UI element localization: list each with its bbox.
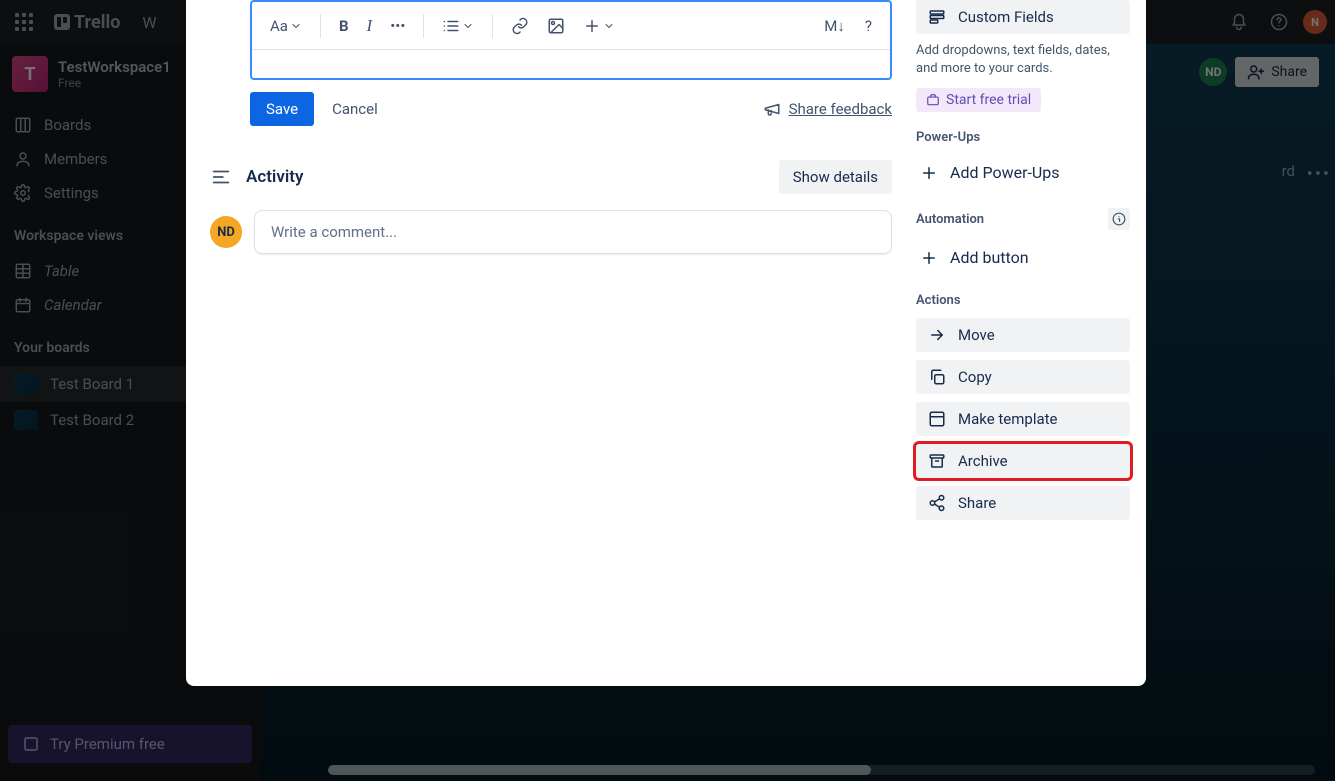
plus-icon xyxy=(920,164,938,182)
editor-help-button[interactable]: ? xyxy=(859,13,878,39)
trial-label: Start free trial xyxy=(946,92,1031,108)
arrow-right-icon xyxy=(928,326,946,344)
plus-icon xyxy=(583,17,601,35)
add-powerups-label: Add Power-Ups xyxy=(950,163,1060,182)
insert-button[interactable] xyxy=(577,13,621,39)
list-icon xyxy=(442,17,460,35)
list-button[interactable] xyxy=(436,13,480,39)
text-style-button[interactable]: Aa xyxy=(264,13,308,39)
make-template-button[interactable]: Make template xyxy=(916,402,1130,436)
template-label: Make template xyxy=(958,410,1058,428)
chevron-down-icon xyxy=(290,20,302,32)
add-powerups-button[interactable]: Add Power-Ups xyxy=(916,155,1130,190)
horizontal-scrollbar[interactable] xyxy=(328,765,1315,775)
archive-icon xyxy=(928,452,946,470)
link-icon xyxy=(511,17,529,35)
card-modal: Aa B I ••• M↓ ? Save Cancel xyxy=(186,0,1146,686)
share-card-button[interactable]: Share xyxy=(916,486,1130,520)
info-icon xyxy=(1112,212,1126,226)
automation-heading: Automation xyxy=(916,208,1130,230)
show-details-button[interactable]: Show details xyxy=(779,160,892,194)
italic-button[interactable]: I xyxy=(361,12,379,40)
custom-fields-icon xyxy=(928,8,946,26)
actions-heading: Actions xyxy=(916,293,1130,308)
description-editor[interactable]: Aa B I ••• M↓ ? xyxy=(250,0,892,80)
bold-button[interactable]: B xyxy=(333,13,355,39)
comment-avatar: ND xyxy=(210,216,242,248)
add-button-button[interactable]: Add button xyxy=(916,240,1130,275)
move-label: Move xyxy=(958,326,995,344)
powerups-heading: Power-Ups xyxy=(916,130,1130,145)
share-label: Share xyxy=(958,494,996,512)
plus-icon xyxy=(920,249,938,267)
custom-fields-desc: Add dropdowns, text fields, dates, and m… xyxy=(916,42,1130,78)
link-button[interactable] xyxy=(505,13,535,39)
activity-heading: Activity xyxy=(246,167,303,187)
scrollbar-thumb[interactable] xyxy=(328,765,871,775)
template-icon xyxy=(928,410,946,428)
share-icon xyxy=(928,494,946,512)
more-formatting-button[interactable]: ••• xyxy=(384,13,411,39)
automation-info-button[interactable] xyxy=(1108,208,1130,230)
briefcase-icon xyxy=(926,93,940,107)
cancel-button[interactable]: Cancel xyxy=(332,100,378,118)
chevron-down-icon xyxy=(603,20,615,32)
save-button[interactable]: Save xyxy=(250,92,314,126)
share-feedback-link[interactable]: Share feedback xyxy=(789,100,892,118)
add-button-label: Add button xyxy=(950,248,1029,267)
markdown-button[interactable]: M↓ xyxy=(818,13,851,39)
copy-icon xyxy=(928,368,946,386)
archive-label: Archive xyxy=(958,452,1008,470)
image-icon xyxy=(547,17,565,35)
image-button[interactable] xyxy=(541,13,571,39)
editor-body[interactable] xyxy=(252,50,890,78)
move-button[interactable]: Move xyxy=(916,318,1130,352)
archive-button[interactable]: Archive xyxy=(916,444,1130,478)
copy-label: Copy xyxy=(958,368,992,386)
megaphone-icon xyxy=(763,100,781,118)
copy-button[interactable]: Copy xyxy=(916,360,1130,394)
custom-fields-button[interactable]: Custom Fields xyxy=(916,0,1130,34)
editor-toolbar: Aa B I ••• M↓ ? xyxy=(252,2,890,50)
chevron-down-icon xyxy=(462,20,474,32)
activity-icon xyxy=(210,166,232,188)
custom-fields-label: Custom Fields xyxy=(958,8,1054,26)
start-trial-button[interactable]: Start free trial xyxy=(916,88,1041,112)
comment-input[interactable]: Write a comment... xyxy=(254,210,892,254)
